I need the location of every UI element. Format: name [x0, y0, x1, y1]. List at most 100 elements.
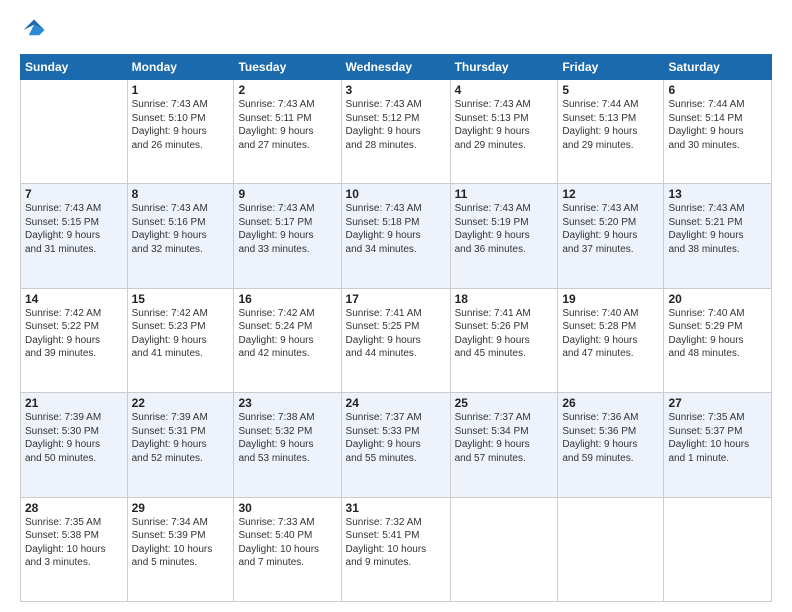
day-number: 30	[238, 501, 336, 515]
day-info: Sunrise: 7:43 AM Sunset: 5:19 PM Dayligh…	[455, 202, 554, 256]
day-number: 8	[132, 187, 230, 201]
day-info: Sunrise: 7:41 AM Sunset: 5:25 PM Dayligh…	[346, 307, 446, 361]
day-number: 4	[455, 83, 554, 97]
day-number: 13	[668, 187, 767, 201]
day-info: Sunrise: 7:43 AM Sunset: 5:15 PM Dayligh…	[25, 202, 123, 256]
day-number: 25	[455, 396, 554, 410]
page: SundayMondayTuesdayWednesdayThursdayFrid…	[0, 0, 792, 612]
calendar-cell: 12Sunrise: 7:43 AM Sunset: 5:20 PM Dayli…	[558, 184, 664, 288]
calendar-week-1: 1Sunrise: 7:43 AM Sunset: 5:10 PM Daylig…	[21, 80, 772, 184]
column-header-saturday: Saturday	[664, 55, 772, 80]
header	[20, 16, 772, 44]
calendar-cell: 15Sunrise: 7:42 AM Sunset: 5:23 PM Dayli…	[127, 288, 234, 392]
calendar-cell: 13Sunrise: 7:43 AM Sunset: 5:21 PM Dayli…	[664, 184, 772, 288]
day-info: Sunrise: 7:44 AM Sunset: 5:13 PM Dayligh…	[562, 98, 659, 152]
day-number: 12	[562, 187, 659, 201]
day-info: Sunrise: 7:43 AM Sunset: 5:11 PM Dayligh…	[238, 98, 336, 152]
calendar-cell	[558, 497, 664, 601]
day-info: Sunrise: 7:34 AM Sunset: 5:39 PM Dayligh…	[132, 516, 230, 570]
column-header-wednesday: Wednesday	[341, 55, 450, 80]
day-number: 22	[132, 396, 230, 410]
calendar-cell: 25Sunrise: 7:37 AM Sunset: 5:34 PM Dayli…	[450, 393, 558, 497]
day-info: Sunrise: 7:41 AM Sunset: 5:26 PM Dayligh…	[455, 307, 554, 361]
calendar-cell: 3Sunrise: 7:43 AM Sunset: 5:12 PM Daylig…	[341, 80, 450, 184]
calendar-cell: 18Sunrise: 7:41 AM Sunset: 5:26 PM Dayli…	[450, 288, 558, 392]
calendar-week-3: 14Sunrise: 7:42 AM Sunset: 5:22 PM Dayli…	[21, 288, 772, 392]
day-number: 16	[238, 292, 336, 306]
calendar-header-row: SundayMondayTuesdayWednesdayThursdayFrid…	[21, 55, 772, 80]
calendar-cell: 28Sunrise: 7:35 AM Sunset: 5:38 PM Dayli…	[21, 497, 128, 601]
day-info: Sunrise: 7:38 AM Sunset: 5:32 PM Dayligh…	[238, 411, 336, 465]
calendar-week-2: 7Sunrise: 7:43 AM Sunset: 5:15 PM Daylig…	[21, 184, 772, 288]
day-number: 5	[562, 83, 659, 97]
column-header-friday: Friday	[558, 55, 664, 80]
calendar-cell: 27Sunrise: 7:35 AM Sunset: 5:37 PM Dayli…	[664, 393, 772, 497]
day-info: Sunrise: 7:39 AM Sunset: 5:30 PM Dayligh…	[25, 411, 123, 465]
day-info: Sunrise: 7:43 AM Sunset: 5:20 PM Dayligh…	[562, 202, 659, 256]
calendar-cell: 8Sunrise: 7:43 AM Sunset: 5:16 PM Daylig…	[127, 184, 234, 288]
calendar-cell: 10Sunrise: 7:43 AM Sunset: 5:18 PM Dayli…	[341, 184, 450, 288]
calendar-cell: 20Sunrise: 7:40 AM Sunset: 5:29 PM Dayli…	[664, 288, 772, 392]
calendar-cell: 24Sunrise: 7:37 AM Sunset: 5:33 PM Dayli…	[341, 393, 450, 497]
calendar-cell: 14Sunrise: 7:42 AM Sunset: 5:22 PM Dayli…	[21, 288, 128, 392]
calendar-cell: 1Sunrise: 7:43 AM Sunset: 5:10 PM Daylig…	[127, 80, 234, 184]
calendar-cell: 4Sunrise: 7:43 AM Sunset: 5:13 PM Daylig…	[450, 80, 558, 184]
calendar-cell: 19Sunrise: 7:40 AM Sunset: 5:28 PM Dayli…	[558, 288, 664, 392]
day-number: 15	[132, 292, 230, 306]
day-info: Sunrise: 7:39 AM Sunset: 5:31 PM Dayligh…	[132, 411, 230, 465]
day-info: Sunrise: 7:43 AM Sunset: 5:21 PM Dayligh…	[668, 202, 767, 256]
day-number: 26	[562, 396, 659, 410]
day-info: Sunrise: 7:32 AM Sunset: 5:41 PM Dayligh…	[346, 516, 446, 570]
day-info: Sunrise: 7:43 AM Sunset: 5:10 PM Dayligh…	[132, 98, 230, 152]
day-info: Sunrise: 7:37 AM Sunset: 5:34 PM Dayligh…	[455, 411, 554, 465]
logo	[20, 16, 52, 44]
calendar-cell: 11Sunrise: 7:43 AM Sunset: 5:19 PM Dayli…	[450, 184, 558, 288]
calendar-cell: 2Sunrise: 7:43 AM Sunset: 5:11 PM Daylig…	[234, 80, 341, 184]
day-info: Sunrise: 7:44 AM Sunset: 5:14 PM Dayligh…	[668, 98, 767, 152]
calendar-cell: 26Sunrise: 7:36 AM Sunset: 5:36 PM Dayli…	[558, 393, 664, 497]
calendar-cell: 21Sunrise: 7:39 AM Sunset: 5:30 PM Dayli…	[21, 393, 128, 497]
day-info: Sunrise: 7:42 AM Sunset: 5:23 PM Dayligh…	[132, 307, 230, 361]
day-number: 11	[455, 187, 554, 201]
day-number: 20	[668, 292, 767, 306]
day-number: 14	[25, 292, 123, 306]
column-header-tuesday: Tuesday	[234, 55, 341, 80]
day-number: 28	[25, 501, 123, 515]
day-info: Sunrise: 7:43 AM Sunset: 5:17 PM Dayligh…	[238, 202, 336, 256]
day-info: Sunrise: 7:40 AM Sunset: 5:29 PM Dayligh…	[668, 307, 767, 361]
day-number: 17	[346, 292, 446, 306]
day-number: 6	[668, 83, 767, 97]
day-number: 9	[238, 187, 336, 201]
calendar-cell: 30Sunrise: 7:33 AM Sunset: 5:40 PM Dayli…	[234, 497, 341, 601]
day-number: 29	[132, 501, 230, 515]
day-info: Sunrise: 7:42 AM Sunset: 5:22 PM Dayligh…	[25, 307, 123, 361]
calendar: SundayMondayTuesdayWednesdayThursdayFrid…	[20, 54, 772, 602]
column-header-thursday: Thursday	[450, 55, 558, 80]
day-info: Sunrise: 7:43 AM Sunset: 5:18 PM Dayligh…	[346, 202, 446, 256]
day-number: 27	[668, 396, 767, 410]
calendar-cell: 7Sunrise: 7:43 AM Sunset: 5:15 PM Daylig…	[21, 184, 128, 288]
calendar-cell: 9Sunrise: 7:43 AM Sunset: 5:17 PM Daylig…	[234, 184, 341, 288]
logo-icon	[20, 16, 48, 44]
column-header-monday: Monday	[127, 55, 234, 80]
day-info: Sunrise: 7:43 AM Sunset: 5:12 PM Dayligh…	[346, 98, 446, 152]
calendar-week-5: 28Sunrise: 7:35 AM Sunset: 5:38 PM Dayli…	[21, 497, 772, 601]
day-number: 21	[25, 396, 123, 410]
calendar-week-4: 21Sunrise: 7:39 AM Sunset: 5:30 PM Dayli…	[21, 393, 772, 497]
calendar-cell: 31Sunrise: 7:32 AM Sunset: 5:41 PM Dayli…	[341, 497, 450, 601]
day-number: 23	[238, 396, 336, 410]
day-info: Sunrise: 7:33 AM Sunset: 5:40 PM Dayligh…	[238, 516, 336, 570]
day-number: 2	[238, 83, 336, 97]
day-number: 19	[562, 292, 659, 306]
day-number: 1	[132, 83, 230, 97]
day-number: 31	[346, 501, 446, 515]
calendar-cell: 23Sunrise: 7:38 AM Sunset: 5:32 PM Dayli…	[234, 393, 341, 497]
day-number: 7	[25, 187, 123, 201]
day-number: 24	[346, 396, 446, 410]
calendar-cell	[450, 497, 558, 601]
calendar-cell	[664, 497, 772, 601]
day-info: Sunrise: 7:37 AM Sunset: 5:33 PM Dayligh…	[346, 411, 446, 465]
day-info: Sunrise: 7:43 AM Sunset: 5:13 PM Dayligh…	[455, 98, 554, 152]
calendar-cell: 29Sunrise: 7:34 AM Sunset: 5:39 PM Dayli…	[127, 497, 234, 601]
day-info: Sunrise: 7:43 AM Sunset: 5:16 PM Dayligh…	[132, 202, 230, 256]
